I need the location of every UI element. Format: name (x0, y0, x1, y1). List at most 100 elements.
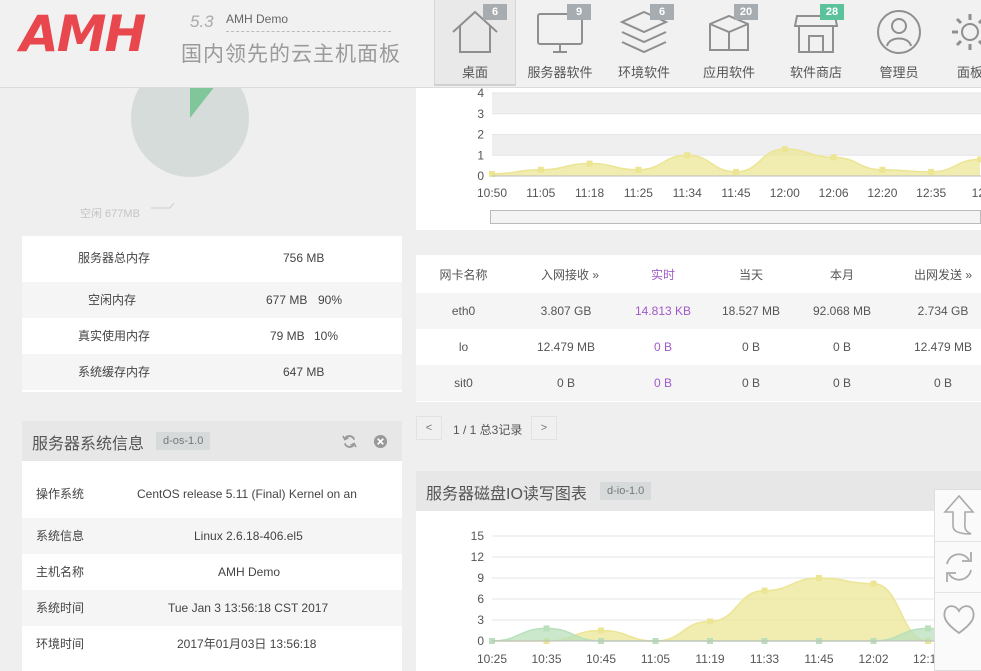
data-point (879, 166, 886, 173)
nav-applications[interactable]: 20 应用软件 (686, 0, 772, 86)
cell: 92.068 MB (812, 304, 872, 318)
column-header: 本月 (829, 268, 854, 282)
x-tick-label: 12:20 (867, 186, 897, 200)
column-header: 当天 (738, 268, 763, 282)
table-row: 真实使用内存 79 MB 10% (22, 318, 402, 354)
memory-value: 647 MB (283, 365, 325, 379)
y-tick-label: 6 (477, 592, 484, 606)
chart-range-scrollbar[interactable] (490, 210, 981, 224)
x-tick-label: 10:50 (477, 186, 507, 200)
nav-label: 服务器软件 (527, 65, 593, 80)
y-tick-label: 4 (477, 88, 484, 100)
table-row: 主机名称 AMH Demo (22, 554, 402, 590)
y-tick-label: 3 (477, 613, 484, 627)
top-header: AMH 5.3 AMH Demo 国内领先的云主机面板 6 桌面 9 服务器软件… (0, 0, 981, 88)
pager-prev-button[interactable]: < (416, 416, 442, 440)
x-tick-label: 12:35 (916, 186, 946, 200)
x-tick-label: 11:19 (695, 652, 724, 666)
memory-percent: 10% (314, 329, 339, 343)
sysinfo-value: Linux 2.6.18-406.el5 (194, 529, 303, 543)
cell: 0 B (832, 340, 851, 354)
y-tick-label: 9 (477, 571, 484, 585)
data-point (816, 575, 822, 581)
logo[interactable]: AMH (20, 6, 146, 62)
data-point (925, 625, 931, 632)
nav-desktop[interactable]: 6 桌面 (434, 0, 516, 86)
y-tick-label: 15 (471, 529, 485, 543)
nav-panel[interactable]: 面板 (940, 0, 981, 86)
memory-label: 空闲内存 (88, 293, 137, 307)
sysinfo-value: Tue Jan 3 13:56:18 CST 2017 (168, 601, 329, 615)
y-tick-label: 1 (477, 148, 484, 162)
column-header: 实时 (650, 268, 675, 282)
memory-value: 79 MB (270, 329, 305, 343)
memory-label: 系统缓存内存 (78, 365, 151, 379)
nav-server-software[interactable]: 9 服务器软件 (517, 0, 603, 86)
y-tick-label: 3 (477, 107, 484, 121)
x-tick-label: 10:25 (477, 652, 507, 666)
sysinfo-value: 2017年01月03日 13:56:18 (177, 637, 317, 651)
network-table: 网卡名称 入网接收 » 实时 当天 本月 出网发送 » eth0 3.807 G… (416, 255, 981, 402)
arrow-up-icon (943, 494, 975, 535)
cell: 14.813 KB (634, 304, 692, 318)
cell: 0 B (832, 376, 851, 390)
cell: 12.479 MB (536, 340, 596, 354)
nav-software-store[interactable]: 28 软件商店 (774, 0, 858, 86)
cell: 0 B (741, 376, 760, 390)
data-point (733, 168, 739, 175)
refresh-page-button[interactable] (935, 541, 981, 591)
logo-divider (226, 31, 391, 32)
cpu-chart-panel: 0 1 2 3 4 10:50 11:05 11:18 11:25 11:34 11:45 12:00… (416, 86, 981, 230)
nav-badge: 20 (734, 4, 758, 20)
nav-badge: 9 (567, 4, 591, 20)
back-to-top-button[interactable] (935, 490, 981, 540)
memory-value: 677 MB (266, 293, 308, 307)
x-tick-label: 11:34 (673, 186, 702, 200)
nav-label: 桌面 (461, 65, 488, 80)
nav-label: 软件商店 (789, 65, 842, 80)
section-title: 服务器磁盘IO读写图表 (426, 486, 587, 503)
side-toolbar (934, 489, 981, 671)
pie-label: 空闲 677MB (80, 208, 140, 220)
table-row: 系统缓存内存 647 MB (22, 354, 402, 390)
data-point (781, 146, 788, 153)
y-tick-label: 12 (471, 550, 485, 564)
y-tick-label: 0 (477, 634, 484, 648)
sysinfo-label: 主机名称 (36, 565, 85, 579)
data-point (870, 580, 877, 587)
data-point (537, 166, 544, 173)
sysinfo-label: 系统时间 (36, 601, 85, 615)
x-tick-label: 12: (972, 186, 981, 200)
nav-admin[interactable]: 管理员 (860, 0, 938, 86)
table-row: lo 12.479 MB 0 B 0 B 0 B 12.479 MB (416, 329, 981, 365)
table-row: 环境时间 2017年01月03日 13:56:18 (22, 626, 402, 662)
nav-environment[interactable]: 6 环境软件 (604, 0, 684, 86)
x-tick-label: 10:35 (531, 652, 561, 666)
nav-label: 面板 (956, 65, 981, 80)
grid-band (492, 134, 981, 156)
table-row: sit0 0 B 0 B 0 B 0 B 0 B (416, 365, 981, 401)
data-point (598, 627, 604, 634)
cell: sit0 (454, 376, 473, 390)
x-tick-label: 11:45 (721, 186, 750, 200)
column-header-sortable[interactable]: 出网发送 » (888, 257, 981, 293)
nav-label: 环境软件 (617, 65, 670, 80)
heart-icon (943, 605, 975, 635)
nav-badge: 6 (650, 4, 674, 20)
close-icon[interactable] (373, 434, 388, 449)
favorite-button[interactable] (935, 592, 981, 642)
cell: eth0 (451, 304, 476, 318)
x-tick-label: 12:02 (858, 652, 888, 666)
demo-label: AMH Demo (226, 12, 289, 26)
gear-icon (952, 14, 981, 50)
table-row: 空闲内存 677 MB 90% (22, 282, 402, 318)
slogan: 国内领先的云主机面板 (181, 43, 401, 66)
x-tick-label: 12:00 (770, 186, 800, 200)
pager-next-button[interactable]: > (531, 416, 557, 440)
refresh-icon[interactable] (342, 434, 357, 449)
sysinfo-label: 系统信息 (36, 529, 85, 543)
disk-io-panel: 0 3 6 9 12 15 10:25 10:35 10:45 11:05 11:19 11:33 11… (416, 511, 981, 671)
column-header-sortable[interactable]: 入网接收 » (520, 257, 620, 293)
x-tick-label: 11:25 (624, 186, 653, 200)
memory-label: 服务器总内存 (78, 251, 151, 265)
